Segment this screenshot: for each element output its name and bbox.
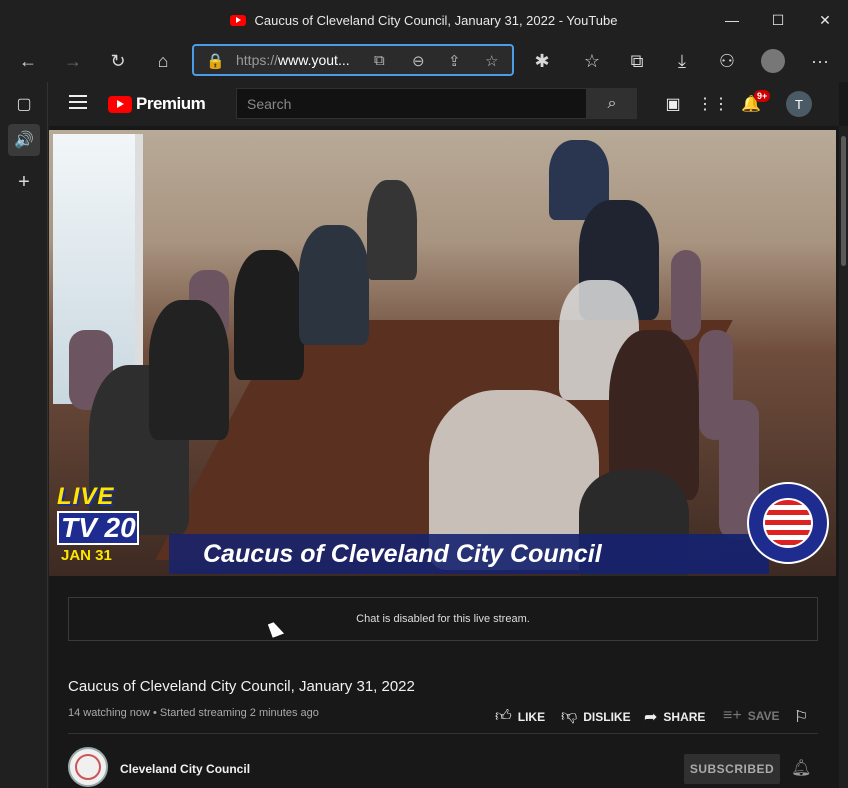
extensions-puzzle-icon[interactable]: ✱ [526, 45, 558, 77]
refresh-button[interactable]: ↻ [102, 45, 134, 77]
thumbs-up-icon: 👍︎ [495, 708, 512, 725]
browser-sidebar: ▢ 🔊 + [0, 82, 48, 788]
lock-icon[interactable]: 🔒 [206, 52, 225, 70]
scene-person [367, 180, 417, 280]
channel-seal-icon [75, 754, 101, 780]
seal-flag-icon [763, 498, 813, 548]
dislike-button[interactable]: 👎︎ DISLIKE [561, 707, 631, 726]
menu-icon[interactable] [69, 95, 87, 109]
video-player[interactable]: LIVE TV 20 JAN 31 Caucus of Cleveland Ci… [49, 130, 836, 576]
youtube-premium-logo[interactable]: Premium [108, 94, 206, 114]
like-label: LIKE [517, 709, 546, 724]
city-seal-icon [747, 482, 829, 564]
date-tag: JAN 31 [61, 547, 112, 564]
save-button[interactable]: ≡+ SAVE [723, 707, 779, 725]
url-host: www.yout... [278, 52, 350, 68]
copilot-icon[interactable]: ⚇ [711, 45, 743, 77]
more-menu-button[interactable]: ··· [804, 45, 836, 77]
search-input[interactable]: Search [236, 88, 587, 119]
notification-badge: 9+ [754, 90, 771, 102]
favorites-icon[interactable]: ☆ [576, 45, 608, 77]
new-tab-icon[interactable]: + [8, 166, 40, 198]
app-available-icon[interactable]: ⧉ [374, 52, 385, 69]
search-icon: ⌕ [607, 94, 617, 112]
scene-person [299, 225, 369, 345]
tab-audio-icon[interactable]: 🔊 [8, 124, 40, 156]
live-tv20-logo: LIVE TV 20 JAN 31 [57, 483, 143, 569]
playlist-add-icon: ≡+ [723, 707, 742, 724]
video-meta: 14 watching now • Started streaming 2 mi… [68, 707, 319, 719]
live-label: LIVE [57, 483, 115, 510]
forward-button[interactable]: → [57, 45, 89, 77]
share-page-icon[interactable]: ⇪ [448, 52, 461, 70]
profile-picture [761, 49, 785, 73]
channel-notification-bell-icon[interactable]: 🔔︎ [791, 758, 811, 778]
share-label: SHARE [663, 710, 706, 724]
chat-message: Chat is disabled for this live stream. [356, 613, 530, 625]
divider [68, 733, 818, 734]
close-button[interactable]: ✕ [802, 0, 848, 40]
create-video-icon[interactable]: ▣ [661, 92, 685, 116]
downloads-icon[interactable]: ⤓ [666, 45, 698, 77]
scene-person [149, 300, 229, 440]
scene-person [234, 250, 304, 380]
youtube-header: Premium Search ⌕ ▣ ⋮⋮ 🔔 9+ T [49, 82, 839, 126]
video-title: Caucus of Cleveland City Council, Januar… [68, 678, 415, 695]
chat-disabled-notice: Chat is disabled for this live stream. [68, 597, 818, 641]
thumbs-down-icon: 👎︎ [561, 708, 578, 725]
add-favorite-icon[interactable]: ☆ [485, 52, 498, 70]
video-lower-third: Caucus of Cleveland City Council [169, 534, 769, 574]
youtube-play-icon [108, 95, 132, 113]
window-title-text: Caucus of Cleveland City Council, Januar… [254, 12, 618, 28]
scene-chair [671, 250, 701, 340]
account-avatar[interactable]: T [786, 91, 812, 117]
report-button[interactable]: ⚐ [794, 707, 808, 727]
subscribed-button[interactable]: SUBSCRIBED [684, 754, 780, 784]
save-label: SAVE [747, 709, 780, 723]
channel-avatar[interactable] [68, 747, 108, 787]
back-button[interactable]: ← [12, 45, 44, 77]
like-button[interactable]: 👍︎ LIKE [495, 707, 545, 726]
maximize-button[interactable]: ☐ [755, 0, 801, 40]
channel-name[interactable]: Cleveland City Council [120, 762, 250, 776]
search-button[interactable]: ⌕ [587, 88, 637, 119]
video-frame [49, 130, 836, 576]
zoom-out-icon[interactable]: ⊖ [412, 52, 425, 70]
logo-text: Premium [136, 94, 206, 113]
flag-icon: ⚐ [794, 709, 809, 726]
profile-avatar[interactable] [757, 45, 789, 77]
url-scheme: https:// [236, 52, 279, 68]
channel-id-label: TV 20 [57, 511, 139, 545]
page-scrollbar[interactable] [839, 126, 848, 788]
youtube-favicon-icon [230, 14, 247, 26]
apps-grid-icon[interactable]: ⋮⋮ [697, 92, 729, 116]
scrollbar-thumb[interactable] [841, 136, 846, 266]
share-button[interactable]: ➦ SHARE [644, 707, 705, 727]
home-button[interactable]: ⌂ [147, 45, 179, 77]
collections-icon[interactable]: ⧉ [621, 45, 653, 77]
dislike-label: DISLIKE [583, 709, 631, 724]
minimize-button[interactable]: — [709, 0, 755, 40]
youtube-page: Premium Search ⌕ ▣ ⋮⋮ 🔔 9+ T LIVE TV 20 … [49, 82, 848, 788]
title-bar: Caucus of Cleveland City Council, Januar… [0, 0, 848, 40]
share-arrow-icon: ➦ [644, 709, 658, 726]
tab-actions-icon[interactable]: ▢ [8, 88, 40, 120]
address-bar[interactable]: 🔒 https://www.yout... ⧉ ⊖ ⇪ ☆ [192, 44, 514, 76]
